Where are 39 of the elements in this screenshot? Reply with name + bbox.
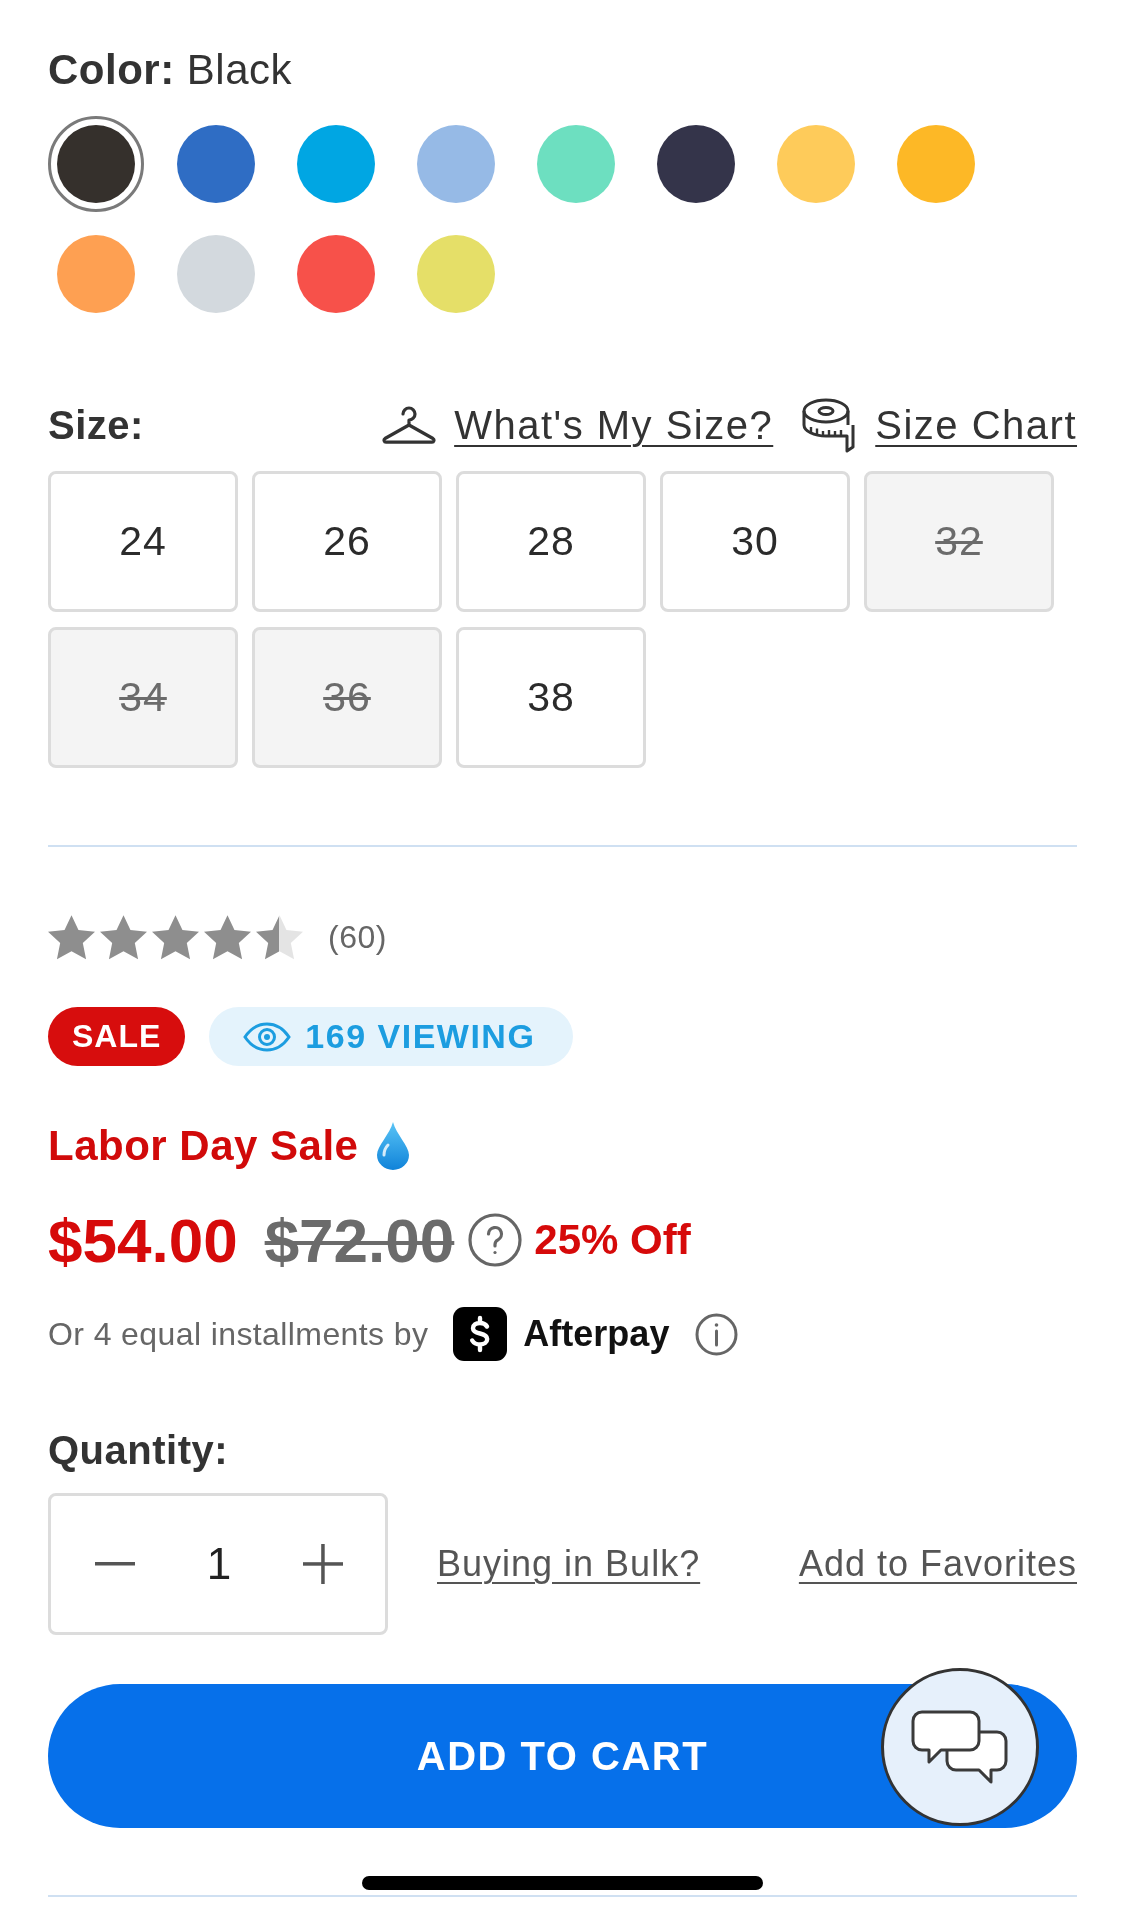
help-icon: [468, 1213, 523, 1267]
dollar-sign-icon: [453, 1307, 508, 1361]
discount-label: 25% Off: [534, 1216, 691, 1264]
droplet-icon: [376, 1122, 411, 1170]
selected-color-label: Color: Black: [48, 45, 293, 95]
star-icon: [152, 914, 199, 960]
promo-title: Labor Day Sale: [48, 1122, 359, 1170]
increase-button[interactable]: [303, 1544, 343, 1584]
size-chart-link[interactable]: Size Chart: [801, 397, 1077, 453]
quantity-label: Quantity:: [48, 1427, 229, 1474]
viewing-count: 169 VIEWING: [305, 1017, 536, 1056]
star-icon: [48, 914, 95, 960]
star-icon: [256, 914, 303, 960]
info-icon: [695, 1312, 739, 1356]
bulk-order-link[interactable]: Buying in Bulk?: [437, 1543, 701, 1585]
chat-bubbles-icon: [911, 1710, 1009, 1784]
review-count: (60): [328, 918, 387, 956]
size-label: Size:: [48, 402, 144, 448]
quantity-field[interactable]: 1: [206, 1539, 232, 1589]
size-option[interactable]: 26: [252, 471, 442, 612]
star-icon: [204, 914, 251, 960]
installments-text: Or 4 equal installments by: [48, 1315, 429, 1353]
hanger-icon: [382, 405, 437, 445]
original-price: $72.00: [264, 1204, 455, 1276]
size-option[interactable]: 24: [48, 471, 238, 612]
size-option[interactable]: 38: [456, 627, 646, 768]
plus-icon: [303, 1544, 343, 1584]
size-option[interactable]: 28: [456, 471, 646, 612]
eye-icon: [243, 1021, 292, 1052]
favorites-link[interactable]: Add to Favorites: [798, 1543, 1077, 1585]
size-guide-link[interactable]: What's My Size?: [382, 402, 774, 448]
star-icon: [100, 914, 147, 960]
minus-icon: [95, 1562, 135, 1566]
sale-price: $54.00: [48, 1204, 238, 1276]
provider-name: Afterpay: [523, 1313, 670, 1355]
tape-measure-icon: [801, 397, 858, 453]
sale-badge: SALE: [48, 1007, 186, 1066]
size-option[interactable]: 30: [660, 471, 850, 612]
decrease-button[interactable]: [95, 1562, 135, 1566]
